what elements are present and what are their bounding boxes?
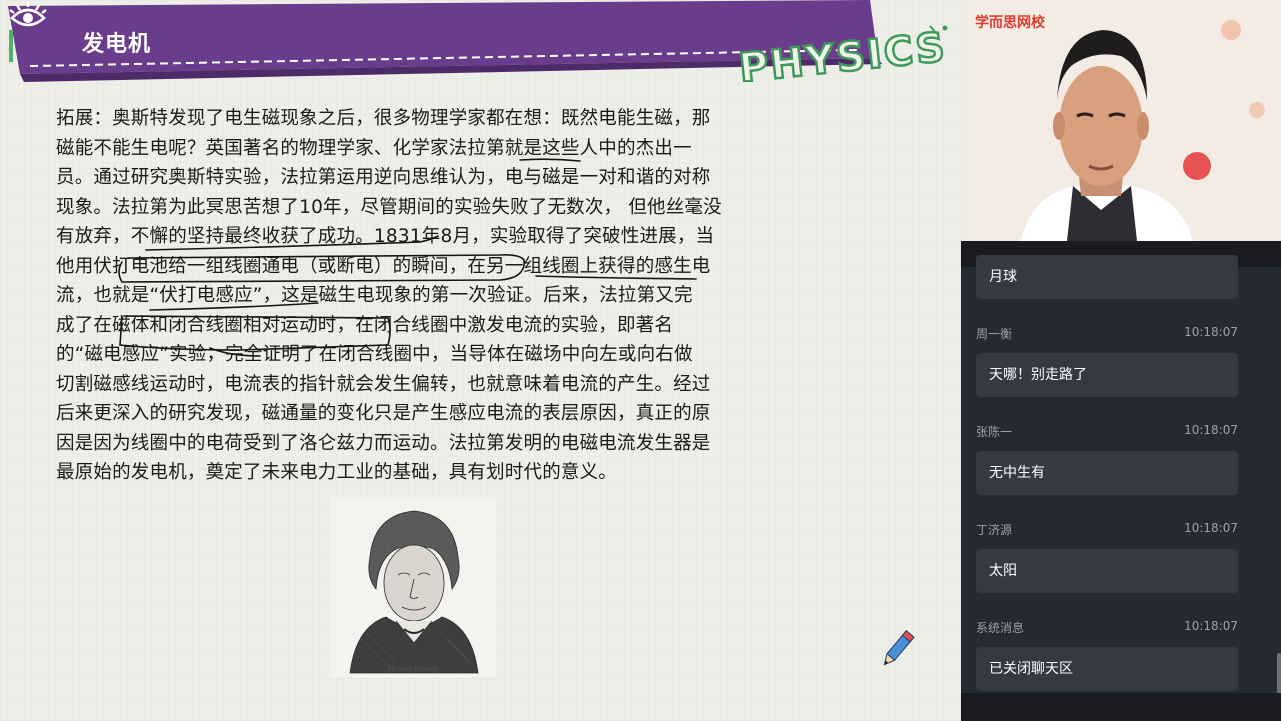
article-text: 拓展：奥斯特发现了电生磁现象之后，很多物理学家都在想：既然电能生磁，那 磁能不能… <box>56 104 846 488</box>
chat-timestamp: 10:18:07 <box>1184 325 1238 339</box>
chat-timestamp: 10:18:07 <box>1184 521 1238 535</box>
eye-icon <box>9 2 47 27</box>
text-line: 磁能不能生电呢？英国著名的物理学家、化学家法拉第就是这些人中的杰出一 <box>56 137 692 159</box>
chat-system-message: 已关闭聊天区 <box>976 647 1238 691</box>
chat-message-bubble: 月球 <box>976 255 1238 299</box>
physics-watermark: PHYSICS <box>736 23 951 82</box>
text-line: 的“磁电感应”实验，完全证明了在闭合线圈中，当导体在磁场中向左或向右做 <box>56 344 693 365</box>
text-line: 拓展：奥斯特发现了电生磁现象之后，很多物理学家都在想：既然电能生磁，那 <box>56 108 711 129</box>
text-line: 流，也就是“伏打电感应”，这是磁生电现象的第一次验证。后来，法拉第又完 <box>56 285 693 306</box>
text-line: 成了在磁体和闭合线圈相对运动时，在闭合线圈中激发电流的实验，即著名 <box>56 314 674 336</box>
pen-cursor-icon <box>883 630 915 666</box>
chat-message-bubble: 太阳 <box>976 549 1238 593</box>
text-line: 切割磁感线运动时，电流表的指针就会发生偏转，也就意味着电流的产生。经过 <box>56 373 711 395</box>
chat-sender-name: 周一衡 <box>976 327 1013 341</box>
text-line: 他用伏打电池给一组线圈通电（或断电）的瞬间，在另一组线圈上获得的感生电 <box>56 255 711 277</box>
text-line: 员。通过研究奥斯特实验，法拉第运用逆向思维认为，电与磁是一对和谐的对称 <box>56 167 711 188</box>
chat-timestamp: 10:18:07 <box>1184 423 1238 437</box>
chat-sender-name: 丁济源 <box>976 523 1013 537</box>
chat-sender-name: 系统消息 <box>976 621 1025 635</box>
chat-bottom-bar <box>961 693 1281 721</box>
portrait-caption: Michael Faraday <box>387 666 439 673</box>
text-line: 现象。法拉第为此冥思苦想了10年，尽管期间的实验失败了无数次， 但他丝毫没 <box>56 196 722 218</box>
school-logo: 学而思网校 <box>975 15 1045 31</box>
chat-panel[interactable]: 月球 周一衡 10:18:07 天哪！别走路了 张陈一 10:18:07 无中生… <box>961 241 1281 721</box>
chat-message-bubble: 天哪！别走路了 <box>976 353 1238 397</box>
physics-watermark-text: PHYSICS <box>737 24 949 82</box>
chat-sender-name: 张陈一 <box>976 425 1013 439</box>
chat-timestamp: 10:18:07 <box>1184 619 1238 633</box>
text-line: 有放弃，不懈的坚持最终收获了成功。1831年8月，实验取得了突破性进展，当 <box>56 226 715 247</box>
chat-message-bubble: 无中生有 <box>976 451 1238 495</box>
teacher-video: 学而思网校 <box>961 0 1281 241</box>
faraday-portrait: Michael Faraday <box>330 497 496 677</box>
text-line: 最原始的发电机，奠定了未来电力工业的基础，具有划时代的意义。 <box>56 462 618 483</box>
text-line: 因是因为线圈中的电荷受到了洛仑兹力而运动。法拉第发明的电磁电流发生器是 <box>56 432 711 454</box>
text-line: 后来更深入的研究发现，磁通量的变化只是产生感应电流的表层原因，真正的原 <box>56 403 711 424</box>
slide-title: 发电机 <box>82 32 152 57</box>
slide-canvas: 发电机 PHYSICS 拓展：奥斯特发现了电生磁现象之后，很多物理学家都在想：既… <box>0 0 961 721</box>
